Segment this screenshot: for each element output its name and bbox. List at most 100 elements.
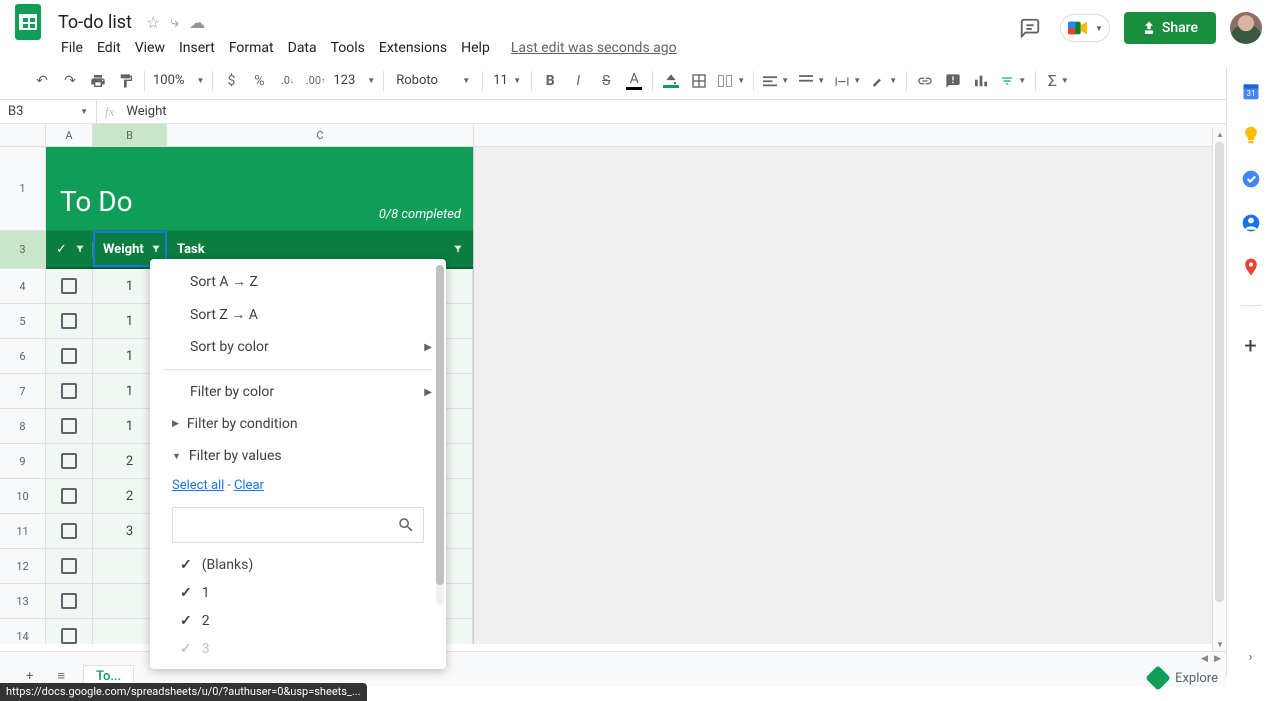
decrease-decimal-button[interactable]: .0↓	[273, 68, 301, 94]
keep-icon[interactable]	[1241, 125, 1261, 145]
print-button[interactable]	[84, 68, 112, 94]
popup-scrollbar[interactable]	[436, 265, 444, 605]
filter-value-item[interactable]: ✓3	[172, 635, 424, 663]
row-header[interactable]: 3	[0, 231, 46, 269]
menu-extensions[interactable]: Extensions	[372, 36, 454, 60]
title-row[interactable]: To Do 0/8 completed	[46, 147, 473, 231]
filter-by-condition-item[interactable]: ▶Filter by condition	[150, 408, 446, 440]
search-icon[interactable]	[397, 516, 415, 534]
row-header[interactable]: 11	[0, 514, 46, 549]
strikethrough-button[interactable]: S	[592, 68, 620, 94]
menu-help[interactable]: Help	[454, 36, 497, 60]
menu-data[interactable]: Data	[281, 36, 324, 60]
row-header[interactable]: 13	[0, 584, 46, 619]
share-button[interactable]: Share	[1124, 12, 1216, 44]
filter-button[interactable]: ▼	[995, 68, 1031, 94]
row-header[interactable]: 6	[0, 339, 46, 374]
currency-button[interactable]: $	[217, 68, 245, 94]
maps-icon[interactable]	[1241, 257, 1261, 277]
h-align-button[interactable]: ▼	[758, 68, 794, 94]
contacts-icon[interactable]	[1241, 213, 1261, 233]
undo-button[interactable]: ↶	[28, 68, 56, 94]
menu-tools[interactable]: Tools	[324, 36, 372, 60]
row-header[interactable]: 14	[0, 619, 46, 644]
col-header-a[interactable]: A	[46, 124, 93, 146]
checkbox[interactable]	[61, 523, 77, 539]
checkbox[interactable]	[61, 593, 77, 609]
v-align-button[interactable]: ▼	[794, 68, 830, 94]
doc-title[interactable]: To-do list	[52, 10, 138, 35]
task-header-cell[interactable]: Task	[167, 242, 473, 257]
star-icon[interactable]: ☆	[146, 13, 160, 32]
comment-button[interactable]	[939, 68, 967, 94]
account-avatar[interactable]	[1230, 12, 1262, 44]
filter-search-box[interactable]	[172, 507, 424, 543]
functions-button[interactable]: Σ▼	[1040, 68, 1076, 94]
row-header[interactable]: 9	[0, 444, 46, 479]
percent-button[interactable]: %	[245, 68, 273, 94]
sort-az-item[interactable]: Sort A → Z	[150, 265, 446, 298]
sheets-logo[interactable]	[8, 2, 48, 42]
explore-button[interactable]: Explore	[1149, 669, 1218, 687]
rotate-button[interactable]: ▼	[866, 68, 902, 94]
fill-color-button[interactable]	[657, 68, 685, 94]
name-box[interactable]: B3▼	[0, 100, 97, 123]
redo-button[interactable]: ↷	[56, 68, 84, 94]
col-header-b[interactable]: B	[93, 124, 167, 146]
row-header[interactable]: 4	[0, 269, 46, 304]
text-color-button[interactable]: A	[620, 68, 648, 94]
move-icon[interactable]: ⤷	[170, 12, 179, 32]
formula-input[interactable]: Weight	[122, 104, 1274, 119]
filter-icon[interactable]	[453, 244, 463, 254]
checkbox[interactable]	[61, 488, 77, 504]
checkbox[interactable]	[61, 418, 77, 434]
clear-link[interactable]: Clear	[234, 478, 264, 493]
checkbox[interactable]	[61, 348, 77, 364]
checkbox[interactable]	[61, 313, 77, 329]
meet-button[interactable]: ▼	[1060, 14, 1110, 42]
select-all-corner[interactable]	[0, 124, 46, 146]
chart-button[interactable]	[967, 68, 995, 94]
row-header[interactable]: 10	[0, 479, 46, 514]
checkbox[interactable]	[61, 453, 77, 469]
row-header[interactable]: 12	[0, 549, 46, 584]
vertical-scrollbar[interactable]: ▲▼	[1212, 128, 1226, 651]
filter-value-item[interactable]: ✓1	[172, 579, 424, 607]
checkbox[interactable]	[61, 558, 77, 574]
filter-icon[interactable]	[75, 244, 85, 254]
last-edit-link[interactable]: Last edit was seconds ago	[511, 40, 677, 56]
checkbox[interactable]	[61, 278, 77, 294]
menu-insert[interactable]: Insert	[172, 36, 222, 60]
filter-value-item[interactable]: ✓2	[172, 607, 424, 635]
font-size-select[interactable]: 11▼	[487, 71, 527, 90]
comments-icon[interactable]	[1014, 12, 1046, 44]
link-button[interactable]	[911, 68, 939, 94]
menu-file[interactable]: File	[54, 36, 90, 60]
filter-value-item[interactable]: ✓(Blanks)	[172, 551, 424, 579]
sort-za-item[interactable]: Sort Z → A	[150, 298, 446, 331]
row-header[interactable]: 5	[0, 304, 46, 339]
filter-by-color-item[interactable]: Filter by color▶	[150, 376, 446, 408]
increase-decimal-button[interactable]: .00↑	[301, 68, 329, 94]
add-addon-button[interactable]: +	[1244, 334, 1256, 359]
italic-button[interactable]: I	[564, 68, 592, 94]
filter-by-values-item[interactable]: ▼Filter by values	[150, 440, 446, 472]
sort-by-color-item[interactable]: Sort by color▶	[150, 331, 446, 363]
row-header[interactable]: 8	[0, 409, 46, 444]
zoom-select[interactable]: 100%▼	[149, 71, 208, 90]
filter-search-input[interactable]	[181, 518, 397, 533]
col-header-c[interactable]: C	[167, 124, 474, 146]
row-header[interactable]: 1	[0, 147, 46, 231]
font-select[interactable]: Roboto▼	[388, 71, 478, 90]
merge-button[interactable]: ▼	[713, 68, 749, 94]
menu-edit[interactable]: Edit	[90, 36, 128, 60]
wrap-button[interactable]: ▼	[830, 68, 866, 94]
row-header[interactable]: 7	[0, 374, 46, 409]
borders-button[interactable]	[685, 68, 713, 94]
checkbox[interactable]	[61, 628, 77, 644]
hide-panel-icon[interactable]: ›	[1249, 650, 1253, 665]
paint-format-button[interactable]	[112, 68, 140, 94]
cloud-icon[interactable]: ☁	[189, 13, 205, 32]
menu-view[interactable]: View	[128, 36, 172, 60]
calendar-icon[interactable]: 31	[1241, 81, 1261, 101]
